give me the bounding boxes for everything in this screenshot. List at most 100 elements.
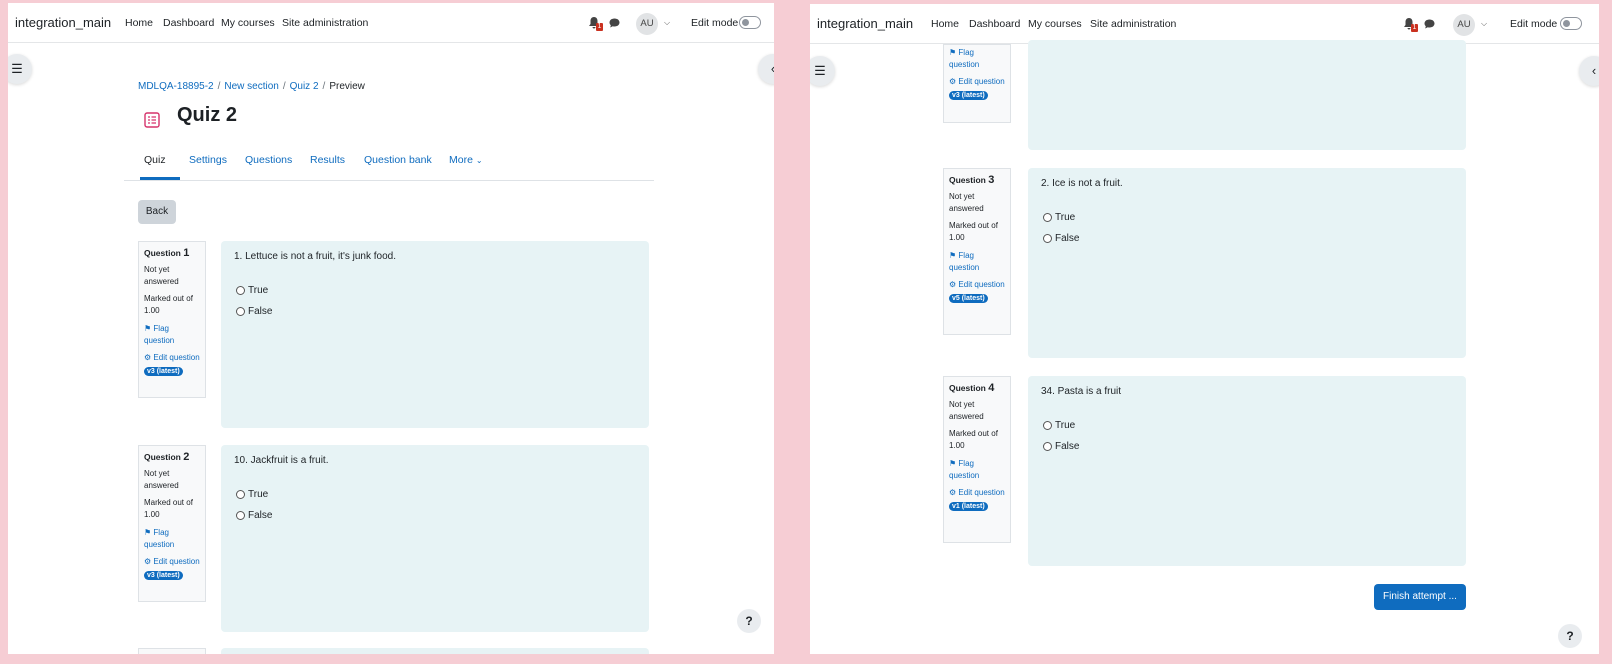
nav-site-administration[interactable]: Site administration — [1090, 18, 1176, 30]
right-browser-view: integration_main Home Dashboard My cours… — [810, 4, 1599, 654]
back-button[interactable]: Back — [138, 200, 176, 224]
flag-icon: ⚑ — [949, 459, 957, 468]
secondary-navigation: Quiz Settings Questions Results Question… — [124, 143, 654, 181]
question-number-label: Question 4 — [949, 382, 995, 394]
block-drawer-chevron-left-icon[interactable]: ‹ — [758, 54, 774, 84]
edit-question-link[interactable]: ⚙ Edit question — [949, 76, 1005, 88]
question-info-2: Question 2 Not yet answered Marked out o… — [138, 445, 206, 602]
tab-settings[interactable]: Settings — [189, 154, 227, 166]
radio-false[interactable] — [1043, 234, 1052, 243]
radio-false[interactable] — [236, 307, 245, 316]
help-button[interactable]: ? — [737, 609, 761, 633]
radio-true[interactable] — [236, 286, 245, 295]
messages-icon[interactable] — [609, 18, 620, 28]
edit-mode-toggle[interactable] — [739, 16, 761, 29]
user-avatar[interactable]: AU — [636, 13, 658, 35]
question-number-label: Question 1 — [144, 247, 190, 259]
question-info-previous: ⚑ Flag question ⚙ Edit question v3 (late… — [943, 44, 1011, 123]
version-badge: v5 (latest) — [949, 294, 988, 303]
question-content-previous — [1028, 40, 1466, 150]
notification-count-badge: 1 — [596, 23, 603, 31]
question-text: 10. Jackfruit is a fruit. — [234, 455, 329, 466]
answer-option-true[interactable]: True — [236, 489, 268, 500]
edit-question-link[interactable]: ⚙ Edit question — [144, 352, 200, 364]
question-info-partial — [138, 648, 206, 654]
breadcrumb-current: Preview — [329, 81, 365, 92]
edit-question-link[interactable]: ⚙ Edit question — [144, 556, 200, 568]
question-grade: Marked out of 1.00 — [144, 294, 193, 315]
breadcrumb: MDLQA-18895-2/New section / Quiz 2/Preview — [138, 81, 365, 92]
left-browser-view: integration_main Home Dashboard My cours… — [8, 3, 774, 654]
version-badge: v3 (latest) — [949, 91, 988, 100]
gear-icon: ⚙ — [949, 77, 957, 86]
user-menu-chevron-down-icon[interactable]: ⌵ — [664, 18, 670, 28]
flag-question-link[interactable]: ⚑ Flag question — [949, 458, 1005, 482]
radio-true[interactable] — [1043, 213, 1052, 222]
question-number: 4 — [988, 382, 995, 394]
tab-question-bank[interactable]: Question bank — [364, 154, 432, 166]
answer-option-true[interactable]: True — [1043, 212, 1075, 223]
question-grade: Marked out of 1.00 — [949, 429, 998, 450]
radio-false[interactable] — [236, 511, 245, 520]
tab-quiz[interactable]: Quiz — [144, 154, 166, 166]
breadcrumb-course[interactable]: MDLQA-18895-2 — [138, 81, 214, 92]
block-drawer-chevron-left-icon[interactable]: ‹ — [1579, 56, 1599, 86]
top-navbar: integration_main Home Dashboard My cours… — [810, 4, 1599, 44]
breadcrumb-section[interactable]: New section — [224, 81, 278, 92]
version-badge: v3 (latest) — [144, 367, 183, 376]
course-index-toggle-list-icon[interactable]: ☰ — [810, 56, 835, 86]
flag-icon: ⚑ — [144, 528, 152, 537]
question-state: Not yet answered — [949, 192, 984, 213]
radio-true[interactable] — [236, 490, 245, 499]
question-number: 2 — [183, 451, 190, 463]
answer-option-false[interactable]: False — [236, 510, 272, 521]
site-name[interactable]: integration_main — [817, 16, 913, 31]
question-content-1: 1. Lettuce is not a fruit, it's junk foo… — [221, 241, 649, 428]
tab-results[interactable]: Results — [310, 154, 345, 166]
course-index-toggle-list-icon[interactable]: ☰ — [8, 54, 32, 84]
finish-attempt-button[interactable]: Finish attempt ... — [1374, 584, 1466, 610]
flag-question-link[interactable]: ⚑ Flag question — [949, 250, 1005, 274]
nav-my-courses[interactable]: My courses — [221, 17, 275, 29]
nav-my-courses[interactable]: My courses — [1028, 18, 1082, 30]
radio-false[interactable] — [1043, 442, 1052, 451]
help-button[interactable]: ? — [1558, 624, 1582, 648]
flag-question-link[interactable]: ⚑ Flag question — [144, 323, 200, 347]
active-tab-indicator — [140, 177, 180, 180]
answer-option-true[interactable]: True — [236, 285, 268, 296]
question-content-3: 2. Ice is not a fruit. True False — [1028, 168, 1466, 358]
flag-icon: ⚑ — [144, 324, 152, 333]
breadcrumb-quiz[interactable]: Quiz 2 — [290, 81, 319, 92]
version-badge: v1 (latest) — [949, 502, 988, 511]
question-state: Not yet answered — [144, 265, 179, 286]
nav-dashboard[interactable]: Dashboard — [969, 18, 1020, 30]
nav-site-administration[interactable]: Site administration — [282, 17, 368, 29]
nav-home[interactable]: Home — [125, 17, 153, 29]
answer-option-false[interactable]: False — [1043, 233, 1079, 244]
question-text: 2. Ice is not a fruit. — [1041, 178, 1123, 189]
question-text: 34. Pasta is a fruit — [1041, 386, 1122, 397]
nav-dashboard[interactable]: Dashboard — [163, 17, 214, 29]
tab-questions[interactable]: Questions — [245, 154, 292, 166]
site-name[interactable]: integration_main — [15, 15, 111, 30]
gear-icon: ⚙ — [144, 353, 152, 362]
edit-question-link[interactable]: ⚙ Edit question — [949, 279, 1005, 291]
question-content-4: 34. Pasta is a fruit True False — [1028, 376, 1466, 566]
flag-question-link[interactable]: ⚑ Flag question — [949, 47, 1005, 71]
gear-icon: ⚙ — [949, 488, 957, 497]
messages-icon[interactable] — [1424, 19, 1435, 29]
answer-option-true[interactable]: True — [1043, 420, 1075, 431]
page-title: Quiz 2 — [177, 104, 238, 126]
radio-true[interactable] — [1043, 421, 1052, 430]
edit-mode-toggle[interactable] — [1560, 17, 1582, 30]
flag-question-link[interactable]: ⚑ Flag question — [144, 527, 200, 551]
edit-question-link[interactable]: ⚙ Edit question — [949, 487, 1005, 499]
flag-icon: ⚑ — [949, 251, 957, 260]
user-avatar[interactable]: AU — [1453, 14, 1475, 36]
nav-home[interactable]: Home — [931, 18, 959, 30]
answer-option-false[interactable]: False — [236, 306, 272, 317]
flag-icon: ⚑ — [949, 48, 957, 57]
user-menu-chevron-down-icon[interactable]: ⌵ — [1481, 19, 1487, 29]
answer-option-false[interactable]: False — [1043, 441, 1079, 452]
tab-more[interactable]: More ⌄ — [449, 154, 483, 166]
